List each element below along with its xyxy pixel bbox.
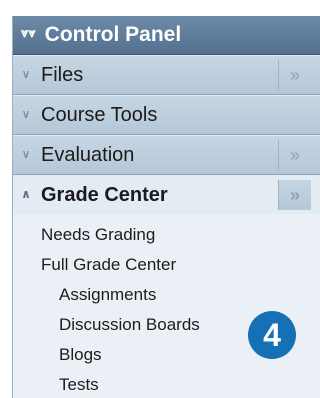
expand-arrow-icon[interactable]: » bbox=[278, 140, 311, 170]
chevron-down-double-icon: ∨ bbox=[21, 147, 31, 161]
section-label-grade-center: Grade Center bbox=[41, 183, 168, 206]
menu-item-needs-grading[interactable]: Needs Grading bbox=[41, 220, 320, 250]
section-label-course-tools: Course Tools bbox=[41, 103, 158, 126]
chevron-down-double-icon: ∨ bbox=[21, 107, 31, 121]
menu-item-assignments[interactable]: Assignments bbox=[41, 280, 320, 310]
grade-center-submenu: Needs Grading Full Grade Center Assignme… bbox=[13, 214, 320, 398]
menu-item-full-grade-center[interactable]: Full Grade Center bbox=[41, 250, 320, 280]
section-evaluation[interactable]: ∨ Evaluation » bbox=[13, 135, 320, 175]
section-grade-center[interactable]: ∧ Grade Center » bbox=[13, 175, 320, 214]
menu-item-tests[interactable]: Tests bbox=[41, 370, 320, 398]
expand-arrow-icon[interactable]: » bbox=[278, 180, 311, 210]
section-course-tools[interactable]: ∨ Course Tools bbox=[13, 95, 320, 135]
chevron-up-double-icon[interactable]: ⩔⩔ bbox=[21, 25, 36, 41]
section-label-evaluation: Evaluation bbox=[41, 143, 135, 166]
section-files[interactable]: ∨ Files » bbox=[13, 55, 320, 95]
control-panel-title: Control Panel bbox=[44, 23, 182, 46]
chevron-down-double-icon: ∨ bbox=[21, 67, 31, 81]
chevron-up-double-icon: ∧ bbox=[21, 187, 31, 201]
step-number-badge: 4 bbox=[248, 311, 296, 359]
section-label-files: Files bbox=[41, 63, 84, 86]
expand-arrow-icon[interactable]: » bbox=[278, 60, 311, 90]
control-panel-header[interactable]: ⩔⩔ Control Panel bbox=[13, 16, 320, 55]
